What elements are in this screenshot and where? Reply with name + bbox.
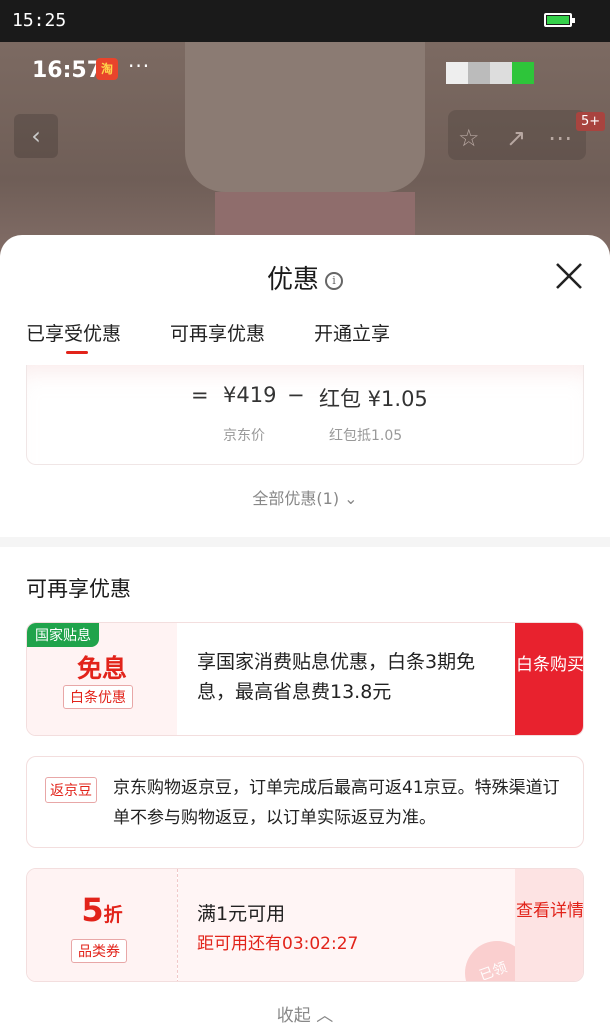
back-icon[interactable]: ‹	[14, 114, 58, 158]
all-offers-label: 全部优惠(1)	[252, 489, 340, 508]
mosaic-block	[512, 62, 534, 84]
mosaic-block	[446, 62, 468, 84]
inner-status-time: 16:57	[32, 58, 103, 83]
product-image-top	[185, 42, 425, 192]
collapse-label: 收起	[276, 1006, 311, 1026]
more-dots-icon: ···	[128, 54, 151, 78]
cart-badge: 5+	[576, 112, 606, 131]
offers-sheet: 优惠 i 已享受优惠 可再享优惠 开通立享 = ¥419 − 红包 ¥1.05 京…	[0, 235, 610, 1028]
all-offers-link[interactable]: 全部优惠(1) ⌄	[0, 485, 610, 509]
battery-level	[547, 16, 569, 24]
offer-description: 享国家消费贴息优惠，白条3期免息，最高省息费13.8元	[197, 651, 476, 703]
section-title: 可再享优惠	[26, 577, 131, 601]
coupon-threshold: 满1元可用	[197, 903, 286, 925]
coupon-separator	[177, 869, 178, 981]
mosaic-block	[468, 62, 490, 84]
tab-enjoyed[interactable]: 已享受优惠	[26, 319, 121, 346]
status-bar: 15:25	[0, 0, 610, 42]
collapse-link[interactable]: 收起 ︿	[0, 1001, 610, 1026]
equals-sign: =	[191, 383, 209, 407]
tab-more-offers[interactable]: 可再享优惠	[170, 319, 265, 346]
share-icon[interactable]: ↗	[506, 124, 526, 152]
discount-value: 5折	[27, 891, 177, 929]
stamp-text: 已领	[477, 959, 510, 982]
battery-icon	[544, 13, 575, 27]
chevron-down-icon: ⌄	[344, 489, 358, 508]
star-icon[interactable]: ☆	[458, 124, 480, 152]
jd-price: ¥419	[223, 383, 277, 407]
offer-headline: 免息	[76, 654, 127, 683]
close-icon[interactable]	[552, 259, 586, 293]
price-breakdown-card: = ¥419 − 红包 ¥1.05 京东价 红包抵1.05	[26, 365, 584, 465]
sheet-title: 优惠 i	[0, 259, 610, 296]
discount-number: 5	[81, 891, 104, 929]
sheet-title-text: 优惠	[266, 265, 319, 295]
battery-tip	[572, 18, 575, 23]
discount-unit: 折	[103, 904, 123, 926]
offer-card-interest-free: 国家贴息 免息 白条优惠 享国家消费贴息优惠，白条3期免息，最高省息费13.8元…	[26, 622, 584, 736]
coupon-countdown: 距可用还有03:02:27	[197, 934, 359, 954]
info-icon[interactable]: i	[325, 271, 343, 290]
view-details-button[interactable]: 查看详情	[515, 869, 583, 981]
more-icon[interactable]: ⋯	[548, 124, 572, 152]
minus-sign: −	[287, 383, 305, 407]
active-tab-indicator	[66, 351, 88, 354]
tab-activate[interactable]: 开通立享	[314, 319, 390, 346]
redpacket-amount: 红包 ¥1.05	[319, 387, 428, 411]
jd-beans-tag: 返京豆	[45, 777, 97, 803]
jd-beans-description: 京东购物返京豆，订单完成后最高可返41京豆。特殊渠道订单不参与购物返豆，以订单实…	[113, 778, 560, 828]
status-time: 15:25	[12, 10, 67, 31]
baitiao-buy-button[interactable]: 白条购买	[515, 623, 583, 735]
chevron-up-icon: ︿	[316, 1006, 334, 1026]
gov-subsidy-tag: 国家贴息	[27, 623, 99, 647]
section-divider	[0, 537, 610, 547]
category-coupon-chip: 品类券	[71, 939, 127, 963]
offer-card-jd-beans: 返京豆 京东购物返京豆，订单完成后最高可返41京豆。特殊渠道订单不参与购物返豆，…	[26, 756, 584, 848]
taobao-app-icon: 淘	[96, 58, 118, 80]
jd-price-caption: 京东价	[223, 428, 265, 444]
mosaic-block	[490, 62, 512, 84]
offer-card-coupon: 5折 品类券 满1元可用 距可用还有03:02:27 已领 查看详情	[26, 868, 584, 982]
baitiao-chip: 白条优惠	[63, 685, 133, 709]
redpacket-caption: 红包抵1.05	[329, 428, 403, 444]
